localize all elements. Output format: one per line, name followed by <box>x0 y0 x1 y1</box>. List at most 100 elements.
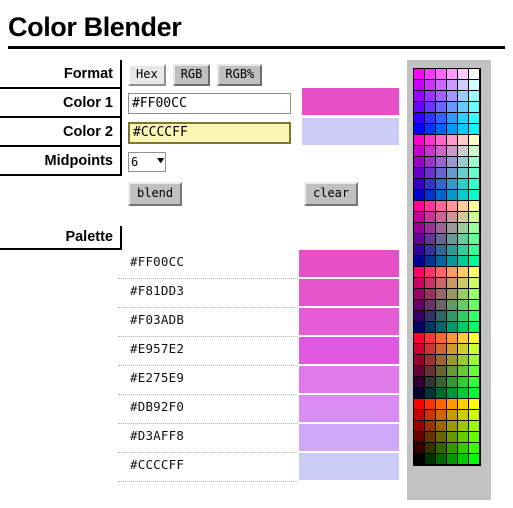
color-grid-cell[interactable] <box>469 212 480 223</box>
color-grid-cell[interactable] <box>458 267 469 278</box>
color-grid-cell[interactable] <box>425 190 436 201</box>
color-grid-cell[interactable] <box>436 344 447 355</box>
color-grid-cell[interactable] <box>425 223 436 234</box>
color-grid-cell[interactable] <box>425 157 436 168</box>
color-grid-cell[interactable] <box>436 190 447 201</box>
color-grid-cell[interactable] <box>425 432 436 443</box>
color-grid-cell[interactable] <box>436 201 447 212</box>
color-grid-cell[interactable] <box>414 201 425 212</box>
color-grid-cell[interactable] <box>425 322 436 333</box>
color-grid-cell[interactable] <box>436 333 447 344</box>
color-grid-cell[interactable] <box>447 223 458 234</box>
color-grid-cell[interactable] <box>469 410 480 421</box>
color-grid-cell[interactable] <box>414 124 425 135</box>
color-grid-cell[interactable] <box>414 421 425 432</box>
color-grid-cell[interactable] <box>414 443 425 454</box>
color-grid-cell[interactable] <box>425 146 436 157</box>
color-grid-cell[interactable] <box>414 289 425 300</box>
color-grid-cell[interactable] <box>469 80 480 91</box>
color-grid-cell[interactable] <box>447 366 458 377</box>
color-grid-cell[interactable] <box>436 69 447 80</box>
color-grid-cell[interactable] <box>414 135 425 146</box>
color-grid-cell[interactable] <box>447 190 458 201</box>
color-grid-cell[interactable] <box>447 201 458 212</box>
color-grid-cell[interactable] <box>458 168 469 179</box>
color-grid-cell[interactable] <box>447 410 458 421</box>
color-grid-cell[interactable] <box>414 300 425 311</box>
color-grid-cell[interactable] <box>436 256 447 267</box>
color-grid-cell[interactable] <box>436 443 447 454</box>
color-grid-cell[interactable] <box>425 80 436 91</box>
color-grid-cell[interactable] <box>436 135 447 146</box>
color-grid-cell[interactable] <box>425 69 436 80</box>
color-grid-cell[interactable] <box>414 377 425 388</box>
color-grid-cell[interactable] <box>469 278 480 289</box>
color-grid-cell[interactable] <box>414 322 425 333</box>
color-grid-cell[interactable] <box>458 102 469 113</box>
color-grid-cell[interactable] <box>436 410 447 421</box>
color-grid-cell[interactable] <box>425 355 436 366</box>
color-grid-cell[interactable] <box>469 322 480 333</box>
color-grid-cell[interactable] <box>458 179 469 190</box>
color-grid-cell[interactable] <box>414 179 425 190</box>
color-grid-cell[interactable] <box>469 388 480 399</box>
color-grid-cell[interactable] <box>469 377 480 388</box>
color-grid-cell[interactable] <box>447 179 458 190</box>
color-grid-cell[interactable] <box>414 366 425 377</box>
color-grid-cell[interactable] <box>414 245 425 256</box>
color-grid-cell[interactable] <box>447 234 458 245</box>
color-grid-cell[interactable] <box>425 212 436 223</box>
color-grid-cell[interactable] <box>447 113 458 124</box>
color-grid-cell[interactable] <box>458 91 469 102</box>
color-grid-cell[interactable] <box>469 146 480 157</box>
color-grid-cell[interactable] <box>447 421 458 432</box>
color-grid-cell[interactable] <box>436 91 447 102</box>
color-grid-cell[interactable] <box>469 91 480 102</box>
color-grid-cell[interactable] <box>436 212 447 223</box>
color2-input[interactable] <box>128 121 291 144</box>
color-grid-cell[interactable] <box>414 223 425 234</box>
color-grid-cell[interactable] <box>458 190 469 201</box>
color-grid-cell[interactable] <box>436 113 447 124</box>
color-grid-cell[interactable] <box>436 366 447 377</box>
color-grid-cell[interactable] <box>414 234 425 245</box>
color-grid-cell[interactable] <box>469 113 480 124</box>
format-button-rgb[interactable]: RGB <box>172 63 211 86</box>
color-grid-cell[interactable] <box>447 212 458 223</box>
color-grid-cell[interactable] <box>458 80 469 91</box>
color-grid-cell[interactable] <box>458 289 469 300</box>
color-grid-cell[interactable] <box>447 454 458 465</box>
color-grid-cell[interactable] <box>436 179 447 190</box>
color-grid-cell[interactable] <box>458 399 469 410</box>
color-grid-cell[interactable] <box>447 432 458 443</box>
color-grid-cell[interactable] <box>458 278 469 289</box>
color-grid-cell[interactable] <box>447 91 458 102</box>
color-grid-cell[interactable] <box>447 388 458 399</box>
color-grid-cell[interactable] <box>458 69 469 80</box>
color-grid-cell[interactable] <box>447 135 458 146</box>
color-grid-cell[interactable] <box>414 399 425 410</box>
color-grid-cell[interactable] <box>469 344 480 355</box>
color-grid-cell[interactable] <box>425 443 436 454</box>
color-grid-cell[interactable] <box>458 366 469 377</box>
color-grid-cell[interactable] <box>425 311 436 322</box>
color-grid-cell[interactable] <box>436 322 447 333</box>
color-grid-cell[interactable] <box>425 421 436 432</box>
color-grid-cell[interactable] <box>414 168 425 179</box>
color-grid-cell[interactable] <box>469 168 480 179</box>
color-grid-cell[interactable] <box>458 388 469 399</box>
color-grid-cell[interactable] <box>436 377 447 388</box>
color-grid-cell[interactable] <box>414 146 425 157</box>
color-grid-cell[interactable] <box>414 454 425 465</box>
color-grid-cell[interactable] <box>414 388 425 399</box>
color-grid-cell[interactable] <box>436 157 447 168</box>
color-grid-cell[interactable] <box>469 223 480 234</box>
color-grid-cell[interactable] <box>447 69 458 80</box>
color-grid-cell[interactable] <box>425 344 436 355</box>
color-grid-cell[interactable] <box>425 410 436 421</box>
color-grid-cell[interactable] <box>425 179 436 190</box>
color-grid-cell[interactable] <box>458 234 469 245</box>
color-grid-cell[interactable] <box>469 366 480 377</box>
color-grid-cell[interactable] <box>414 267 425 278</box>
color-grid-cell[interactable] <box>447 311 458 322</box>
